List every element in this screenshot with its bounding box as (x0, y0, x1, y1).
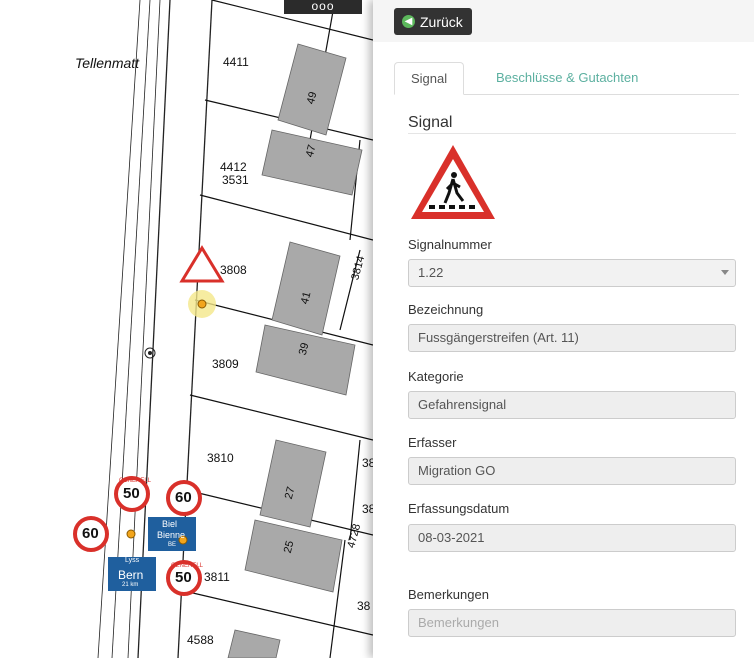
signalnummer-select[interactable]: 1.22 (408, 259, 736, 287)
kategorie-field[interactable]: Gefahrensignal (408, 391, 736, 419)
parcel-label: 4588 (187, 633, 214, 647)
parcel-label: 3531 (222, 173, 249, 187)
parcel-label: 3811 (204, 570, 230, 584)
tab-beschluesse-gutachten[interactable]: Beschlüsse & Gutachten (480, 62, 654, 93)
direction-sign-text: 21 km (122, 582, 139, 588)
erfassungsdatum-field[interactable]: 08-03-2021 (408, 524, 736, 552)
parcel-label: 3810 (207, 451, 234, 465)
back-button-label: Zurück (420, 13, 463, 30)
tab-bar: Signal Beschlüsse & Gutachten (394, 62, 739, 95)
section-title: Signal (408, 114, 453, 131)
back-button[interactable]: ◀ Zurück (394, 8, 472, 35)
speed-sign-caption: GENERELL (119, 478, 152, 484)
parcel-label: 38 (357, 599, 371, 613)
arrow-left-circle-icon: ◀ (402, 15, 415, 28)
bezeichnung-field[interactable]: Fussgängerstreifen (Art. 11) (408, 324, 736, 352)
speed-sign-value: 60 (82, 525, 99, 542)
map-view[interactable]: ooo Tellenmatt 4411 4412 3531 3808 3809 … (0, 0, 373, 658)
bezeichnung-label: Bezeichnung (408, 302, 484, 317)
speed-sign-caption: GENERELL (171, 563, 204, 569)
speed-sign-value: 50 (123, 485, 140, 502)
place-name-label: Tellenmatt (75, 55, 140, 71)
kategorie-label: Kategorie (408, 369, 464, 384)
erfasser-label: Erfasser (408, 435, 457, 450)
tab-signal[interactable]: Signal (394, 62, 465, 95)
erfassungsdatum-label: Erfassungsdatum (408, 501, 510, 516)
parcel-label: 38 (362, 456, 373, 470)
parcel-label: 3809 (212, 357, 239, 371)
parcel-label: 3808 (220, 263, 247, 277)
direction-sign-text: Biel (162, 519, 178, 529)
signalnummer-label: Signalnummer (408, 237, 492, 252)
speed-sign-value: 50 (175, 569, 192, 586)
signalnummer-value: 1.22 (418, 265, 444, 280)
direction-sign-text: BE (168, 542, 177, 548)
parcel-label: 38 (362, 502, 373, 516)
section-divider (408, 133, 736, 134)
bemerkungen-label: Bemerkungen (408, 587, 489, 602)
bemerkungen-field[interactable]: Bemerkungen (408, 609, 736, 637)
signal-detail-panel: ◀ Zurück Signal Beschlüsse & Gutachten S… (373, 0, 754, 658)
panel-toolbar: ◀ Zurück (373, 0, 754, 42)
map-toolbar-handle[interactable]: ooo (284, 0, 362, 14)
pedestrian-crossing-sign-icon (411, 145, 495, 219)
speed-sign-value: 60 (175, 489, 192, 506)
chevron-down-icon (721, 270, 729, 275)
erfasser-field[interactable]: Migration GO (408, 457, 736, 485)
parcel-label: 4412 (220, 160, 247, 174)
direction-sign-text: Lyss (125, 557, 140, 564)
direction-sign-text: Bienne (157, 530, 186, 540)
direction-sign-text: Bern (118, 568, 144, 582)
map-pedestrian-sign[interactable] (179, 245, 225, 318)
parcel-label: 4411 (223, 55, 249, 69)
